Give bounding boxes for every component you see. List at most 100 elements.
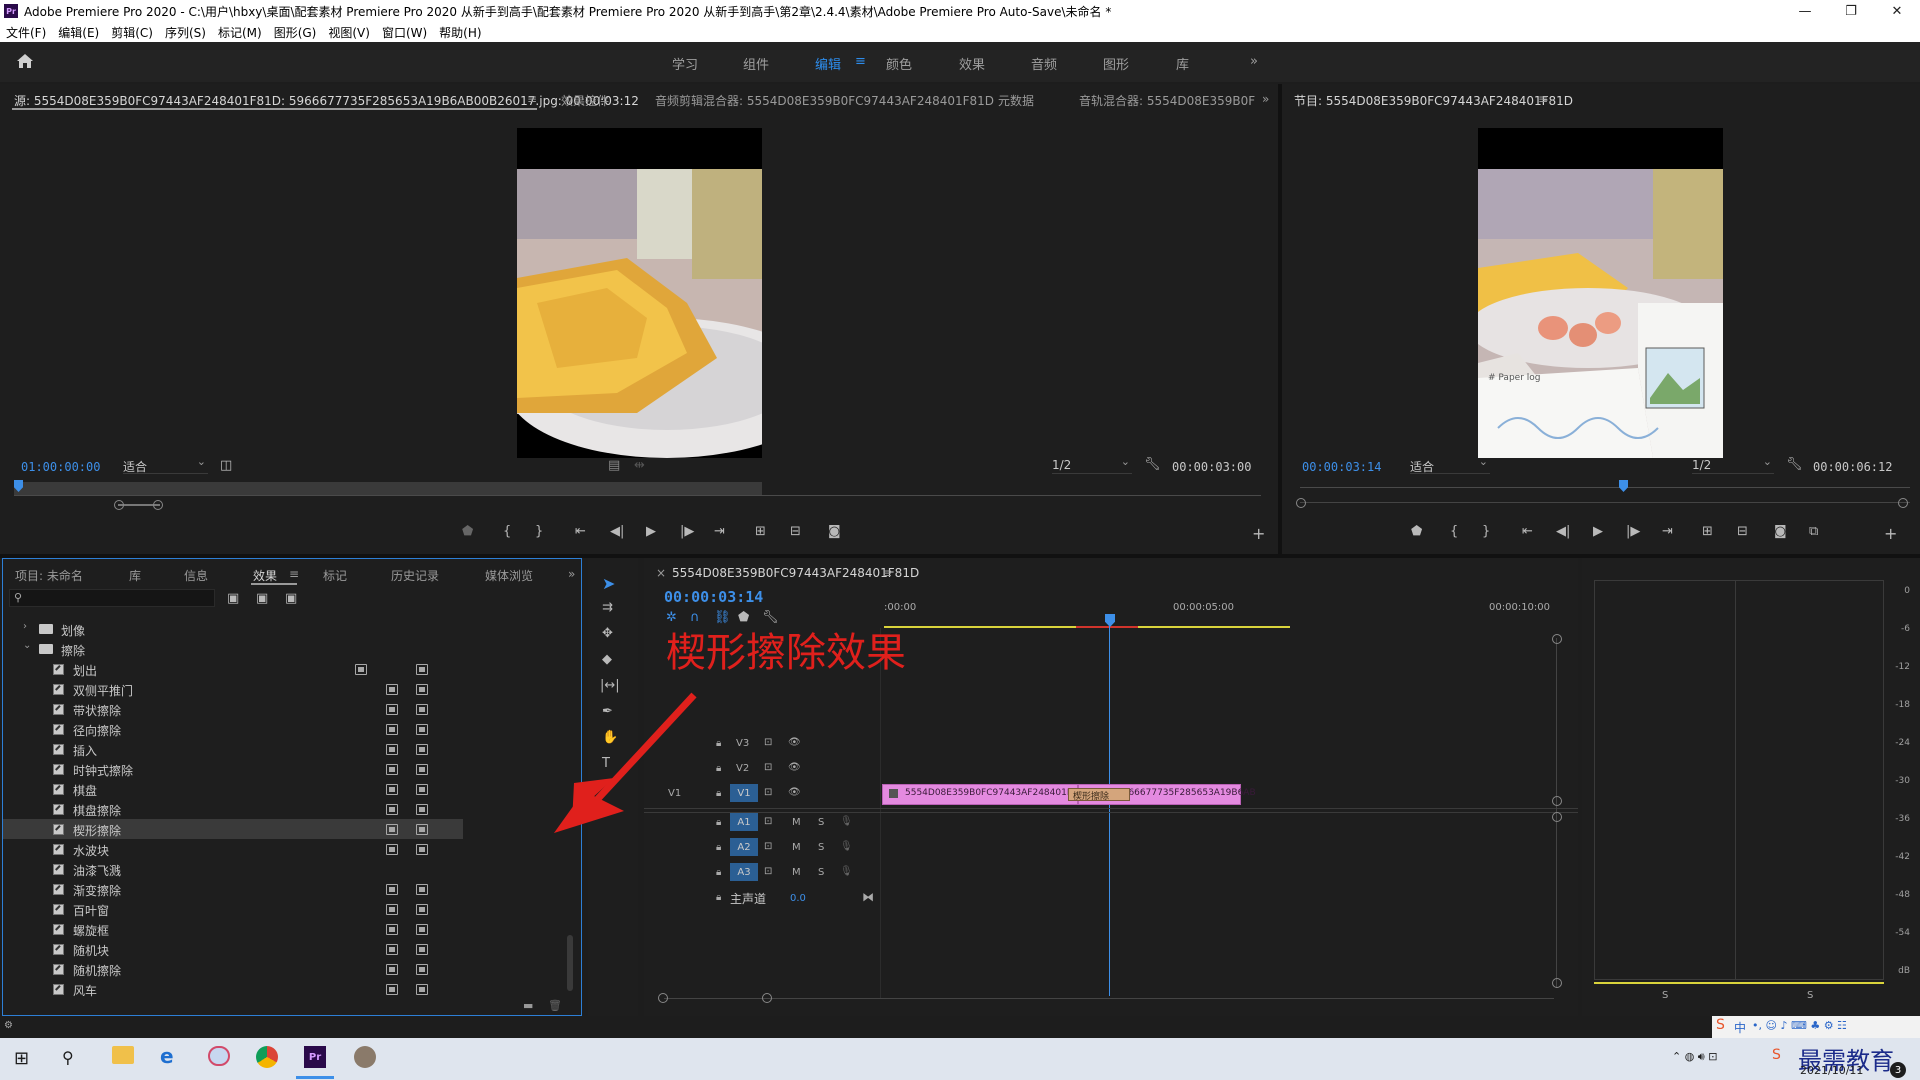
drag-audio-icon[interactable]: ⇹ — [634, 458, 645, 473]
add-marker-icon[interactable]: ⬟ — [462, 524, 473, 539]
solo-button[interactable]: S — [818, 867, 824, 878]
tab-libraries[interactable]: 库 — [129, 567, 141, 584]
mute-button[interactable]: M — [792, 867, 801, 878]
program-export-frame-camera-icon[interactable]: ◙ — [1774, 524, 1787, 539]
source-settings-wrench-icon[interactable]: 🔧︎ — [1144, 457, 1161, 472]
program-button-editor-plus-icon[interactable]: + — [1884, 524, 1897, 543]
comparison-view-icon[interactable]: ⧉ — [1809, 524, 1818, 539]
program-time-ruler[interactable] — [1300, 487, 1910, 488]
program-play-icon[interactable]: ▶ — [1593, 524, 1603, 539]
source-button-editor-plus-icon[interactable]: + — [1252, 524, 1265, 543]
source-time-ruler[interactable] — [14, 482, 1261, 496]
sync-lock-icon[interactable]: ⊡ — [764, 866, 772, 877]
tab-effect-controls[interactable]: 效果控件 — [561, 92, 609, 109]
tab-history[interactable]: 历史记录 — [391, 567, 439, 584]
program-playhead[interactable] — [1619, 480, 1628, 492]
source-fit-dropdown[interactable]: 适合 — [123, 455, 208, 474]
folder-iris[interactable]: › 划像 — [3, 619, 563, 639]
tab-markers[interactable]: 标记 — [323, 567, 347, 584]
workspace-more-icon[interactable]: » — [1250, 54, 1258, 69]
tab-media-browser[interactable]: 媒体浏览 — [485, 567, 533, 584]
yuv-effects-filter-icon[interactable]: ▣ — [285, 591, 297, 606]
microphone-icon[interactable]: 🎙︎ — [840, 841, 853, 852]
ime-mode-label[interactable]: 中 — [1734, 1019, 1746, 1036]
file-explorer-icon[interactable] — [112, 1046, 134, 1064]
timeline-close-icon[interactable]: × — [656, 566, 666, 580]
workspace-tab-libraries[interactable]: 库 — [1176, 54, 1189, 73]
menu-edit[interactable]: 编辑(E) — [58, 24, 99, 41]
tab-effects[interactable]: 效果 — [253, 567, 277, 584]
program-step-back-icon[interactable]: ◀| — [1556, 524, 1570, 539]
effect-item[interactable]: 棋盘擦除 — [3, 799, 463, 819]
workspace-tab-color[interactable]: 颜色 — [886, 54, 912, 73]
tab-project[interactable]: 项目: 未命名 — [15, 567, 83, 584]
program-mark-in-icon[interactable]: { — [1450, 524, 1458, 539]
effect-item[interactable]: 楔形擦除 — [3, 819, 463, 839]
tray-icons[interactable]: ⌃ ◍ 🔊︎ ⊡ — [1672, 1050, 1717, 1064]
mark-in-icon[interactable]: { — [503, 524, 511, 539]
effect-item[interactable]: 划出 — [3, 659, 463, 679]
meter-solo-right-button[interactable]: S — [1807, 990, 1813, 1001]
step-forward-icon[interactable]: |▶ — [680, 524, 694, 539]
folder-wipe[interactable]: ⌄ 擦除 — [3, 639, 563, 659]
razor-tool-icon[interactable]: ◆ — [602, 652, 612, 667]
program-settings-wrench-icon[interactable]: 🔧︎ — [1786, 457, 1803, 472]
workspace-tab-audio[interactable]: 音频 — [1031, 54, 1057, 73]
user-app-icon[interactable] — [354, 1046, 376, 1068]
workspace-tab-editing[interactable]: 编辑 — [815, 54, 841, 73]
menu-sequence[interactable]: 序列(S) — [165, 24, 206, 41]
menu-window[interactable]: 窗口(W) — [382, 24, 427, 41]
effect-item[interactable]: 双侧平推门 — [3, 679, 463, 699]
32bit-effects-filter-icon[interactable]: ▣ — [256, 591, 268, 606]
transition-wedge-wipe[interactable]: 楔形擦除 — [1068, 788, 1130, 802]
eye-icon[interactable]: 👁︎ — [788, 762, 801, 773]
program-mark-out-icon[interactable]: } — [1482, 524, 1490, 539]
eye-icon[interactable]: 👁︎ — [788, 787, 801, 798]
meter-solo-left-button[interactable]: S — [1662, 990, 1668, 1001]
overwrite-icon[interactable]: ⊟ — [790, 524, 801, 539]
source-more-icon[interactable]: » — [1262, 92, 1269, 106]
workspace-menu-icon[interactable]: ≡ — [855, 54, 866, 69]
timeline-ruler[interactable]: :00:00 00:00:05:00 00:00:10:00 — [884, 588, 1550, 628]
program-go-to-out-icon[interactable]: ⇥ — [1662, 524, 1673, 539]
menu-graphics[interactable]: 图形(G) — [274, 24, 317, 41]
effect-item[interactable]: 风车 — [3, 979, 463, 999]
workspace-tab-effects[interactable]: 效果 — [959, 54, 985, 73]
accelerated-effects-filter-icon[interactable]: ▣ — [227, 591, 239, 606]
timeline-zoom-end-handle[interactable] — [762, 993, 772, 1003]
program-step-forward-icon[interactable]: |▶ — [1626, 524, 1640, 539]
menu-file[interactable]: 文件(F) — [6, 24, 46, 41]
program-go-to-in-icon[interactable]: ⇤ — [1522, 524, 1533, 539]
sogou-ime-icon[interactable]: S — [1716, 1017, 1725, 1033]
source-resolution-dropdown[interactable]: 1/2 — [1052, 455, 1132, 474]
menu-view[interactable]: 视图(V) — [328, 24, 370, 41]
insert-icon[interactable]: ⊞ — [755, 524, 766, 539]
effect-item[interactable]: 百叶窗 — [3, 899, 463, 919]
workspace-tab-graphics[interactable]: 图形 — [1103, 54, 1129, 73]
menu-marker[interactable]: 标记(M) — [218, 24, 262, 41]
program-add-marker-icon[interactable]: ⬟ — [1411, 524, 1422, 539]
program-timecode[interactable]: 00:00:03:14 — [1302, 460, 1381, 474]
tab-audio-track-mixer[interactable]: 音轨混合器: 5554D08E359B0F — [1079, 92, 1255, 109]
export-frame-camera-icon[interactable]: ◙ — [828, 524, 841, 539]
master-volume-value[interactable]: 0.0 — [790, 893, 806, 904]
workspace-tab-assembly[interactable]: 组件 — [743, 54, 769, 73]
effect-item[interactable]: 渐变擦除 — [3, 879, 463, 899]
effects-search-input[interactable]: ⚲ — [9, 589, 215, 607]
notification-badge[interactable]: 3 — [1890, 1062, 1906, 1078]
microphone-icon[interactable]: 🎙︎ — [840, 816, 853, 827]
timeline-menu-icon[interactable]: ≡ — [882, 566, 892, 580]
menu-help[interactable]: 帮助(H) — [439, 24, 481, 41]
expand-chevron-icon[interactable]: › — [23, 621, 27, 632]
lock-icon[interactable]: 🔒︎ — [716, 892, 721, 903]
effect-item[interactable]: 插入 — [3, 739, 463, 759]
tab-info[interactable]: 信息 — [184, 567, 208, 584]
effects-tab-menu-icon[interactable]: ≡ — [289, 567, 299, 581]
go-to-in-icon[interactable]: ⇤ — [575, 524, 586, 539]
collapse-chevron-icon[interactable]: ⌄ — [23, 640, 31, 651]
solo-button[interactable]: S — [818, 842, 824, 853]
step-back-icon[interactable]: ◀| — [610, 524, 624, 539]
eye-icon[interactable]: 👁︎ — [788, 737, 801, 748]
new-bin-icon[interactable]: ▬ — [523, 999, 533, 1012]
program-title[interactable]: 节目: 5554D08E359B0FC97443AF248401F81D — [1294, 92, 1573, 109]
